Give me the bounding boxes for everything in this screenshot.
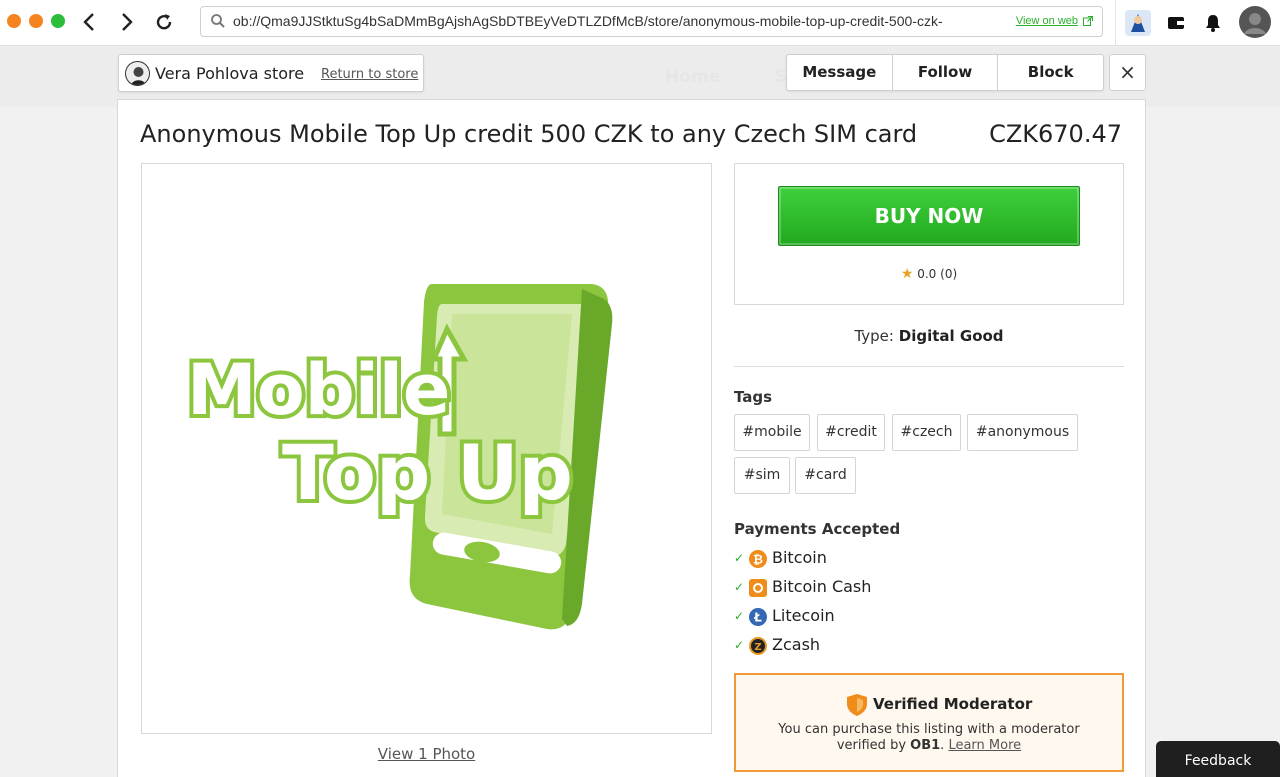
block-button[interactable]: Block [998, 55, 1103, 90]
window-close-dot[interactable] [7, 14, 21, 28]
reload-icon[interactable] [151, 9, 177, 35]
bitcoin-icon: ₿ [749, 550, 767, 568]
check-icon: ✓ [734, 638, 745, 652]
moderator-line1: You can purchase this listing with a mod… [778, 722, 1080, 737]
moderator-title: Verified Moderator [873, 695, 1033, 713]
window-minimize-dot[interactable] [29, 14, 43, 28]
toolbar-divider [1115, 0, 1116, 46]
back-icon[interactable] [77, 9, 103, 35]
tags-heading: Tags [734, 388, 773, 406]
moderator-text: You can purchase this listing with a mod… [778, 722, 1080, 753]
divider [734, 366, 1124, 367]
profile-avatar-icon[interactable] [1238, 5, 1272, 39]
buy-now-button[interactable]: BUY NOW [778, 186, 1080, 246]
check-icon: ✓ [734, 580, 745, 594]
address-bar[interactable]: ob://Qma9JJStktuSg4bSaDMmBgAjshAgSbDTBEy… [200, 6, 1103, 37]
type-label: Type: [854, 327, 894, 345]
mobile-top-up-logo: Mobile Top Up [183, 284, 613, 630]
tag-card[interactable]: #card [795, 457, 856, 494]
type-value: Digital Good [898, 327, 1004, 345]
follow-button[interactable]: Follow [893, 55, 999, 90]
svg-text:₿: ₿ [753, 553, 763, 567]
store-avatar[interactable] [125, 61, 150, 86]
payments-heading: Payments Accepted [734, 520, 901, 538]
background-nav-home: Home [665, 67, 721, 87]
listing-price: CZK670.47 [989, 120, 1122, 148]
buy-box: BUY NOW ★ 0.0 (0) [734, 163, 1124, 305]
search-icon [210, 13, 226, 29]
payment-label: Zcash [772, 635, 821, 654]
listing-type: Type: Digital Good [734, 327, 1124, 345]
listing-title: Anonymous Mobile Top Up credit 500 CZK t… [140, 120, 918, 148]
moderator-line2: verified by [836, 738, 907, 753]
zcash-icon: Z [749, 637, 767, 655]
tag-sim[interactable]: #sim [734, 457, 790, 494]
notifications-bell-icon[interactable] [1200, 10, 1226, 36]
tag-anonymous[interactable]: #anonymous [967, 414, 1078, 451]
payment-label: Bitcoin [772, 548, 827, 567]
feedback-button[interactable]: Feedback [1156, 741, 1280, 777]
store-name[interactable]: Vera Pohlova store [155, 64, 304, 83]
tag-credit[interactable]: #credit [817, 414, 885, 451]
url-text[interactable]: ob://Qma9JJStktuSg4bSaDMmBgAjshAgSbDTBEy… [233, 13, 998, 29]
learn-more-link[interactable]: Learn More [948, 738, 1021, 753]
tag-czech[interactable]: #czech [892, 414, 961, 451]
verified-moderator-box: Verified Moderator You can purchase this… [734, 673, 1124, 772]
view-photos-link[interactable]: View 1 Photo [141, 745, 712, 763]
rating[interactable]: ★ 0.0 (0) [735, 266, 1123, 282]
wallet-icon[interactable] [1163, 10, 1189, 36]
payment-label: Bitcoin Cash [772, 577, 872, 596]
message-button[interactable]: Message [787, 55, 893, 90]
tag-mobile[interactable]: #mobile [734, 414, 810, 451]
logo-text-topup: Top Up [282, 428, 573, 517]
logo-text-mobile: Mobile [187, 349, 450, 431]
browser-toolbar: ob://Qma9JJStktuSg4bSaDMmBgAjshAgSbDTBEy… [0, 0, 1280, 46]
store-actions: Message Follow Block [786, 54, 1104, 91]
external-link-icon [1083, 16, 1093, 29]
bitcoin-cash-icon [749, 579, 767, 597]
shield-icon [846, 693, 868, 717]
svg-text:Z: Z [754, 642, 761, 653]
star-icon: ★ [900, 266, 914, 282]
listing-card: Anonymous Mobile Top Up credit 500 CZK t… [117, 99, 1146, 777]
return-to-store-link[interactable]: Return to store [321, 67, 418, 82]
rating-value: 0.0 (0) [917, 267, 958, 281]
svg-text:Ł: Ł [753, 611, 762, 625]
close-icon[interactable]: × [1109, 54, 1146, 91]
check-icon: ✓ [734, 609, 745, 623]
listing-photo[interactable]: Mobile Top Up [141, 163, 712, 734]
check-icon: ✓ [734, 551, 745, 565]
view-on-web-link[interactable]: View on web [1016, 15, 1078, 27]
window-maximize-dot[interactable] [51, 14, 65, 28]
forward-icon[interactable] [113, 9, 139, 35]
payment-label: Litecoin [772, 606, 835, 625]
user-store-avatar-icon[interactable] [1125, 10, 1151, 36]
litecoin-icon: Ł [749, 608, 767, 626]
moderator-name: OB1 [910, 738, 941, 753]
store-header-pill: Vera Pohlova store Return to store [118, 54, 424, 92]
